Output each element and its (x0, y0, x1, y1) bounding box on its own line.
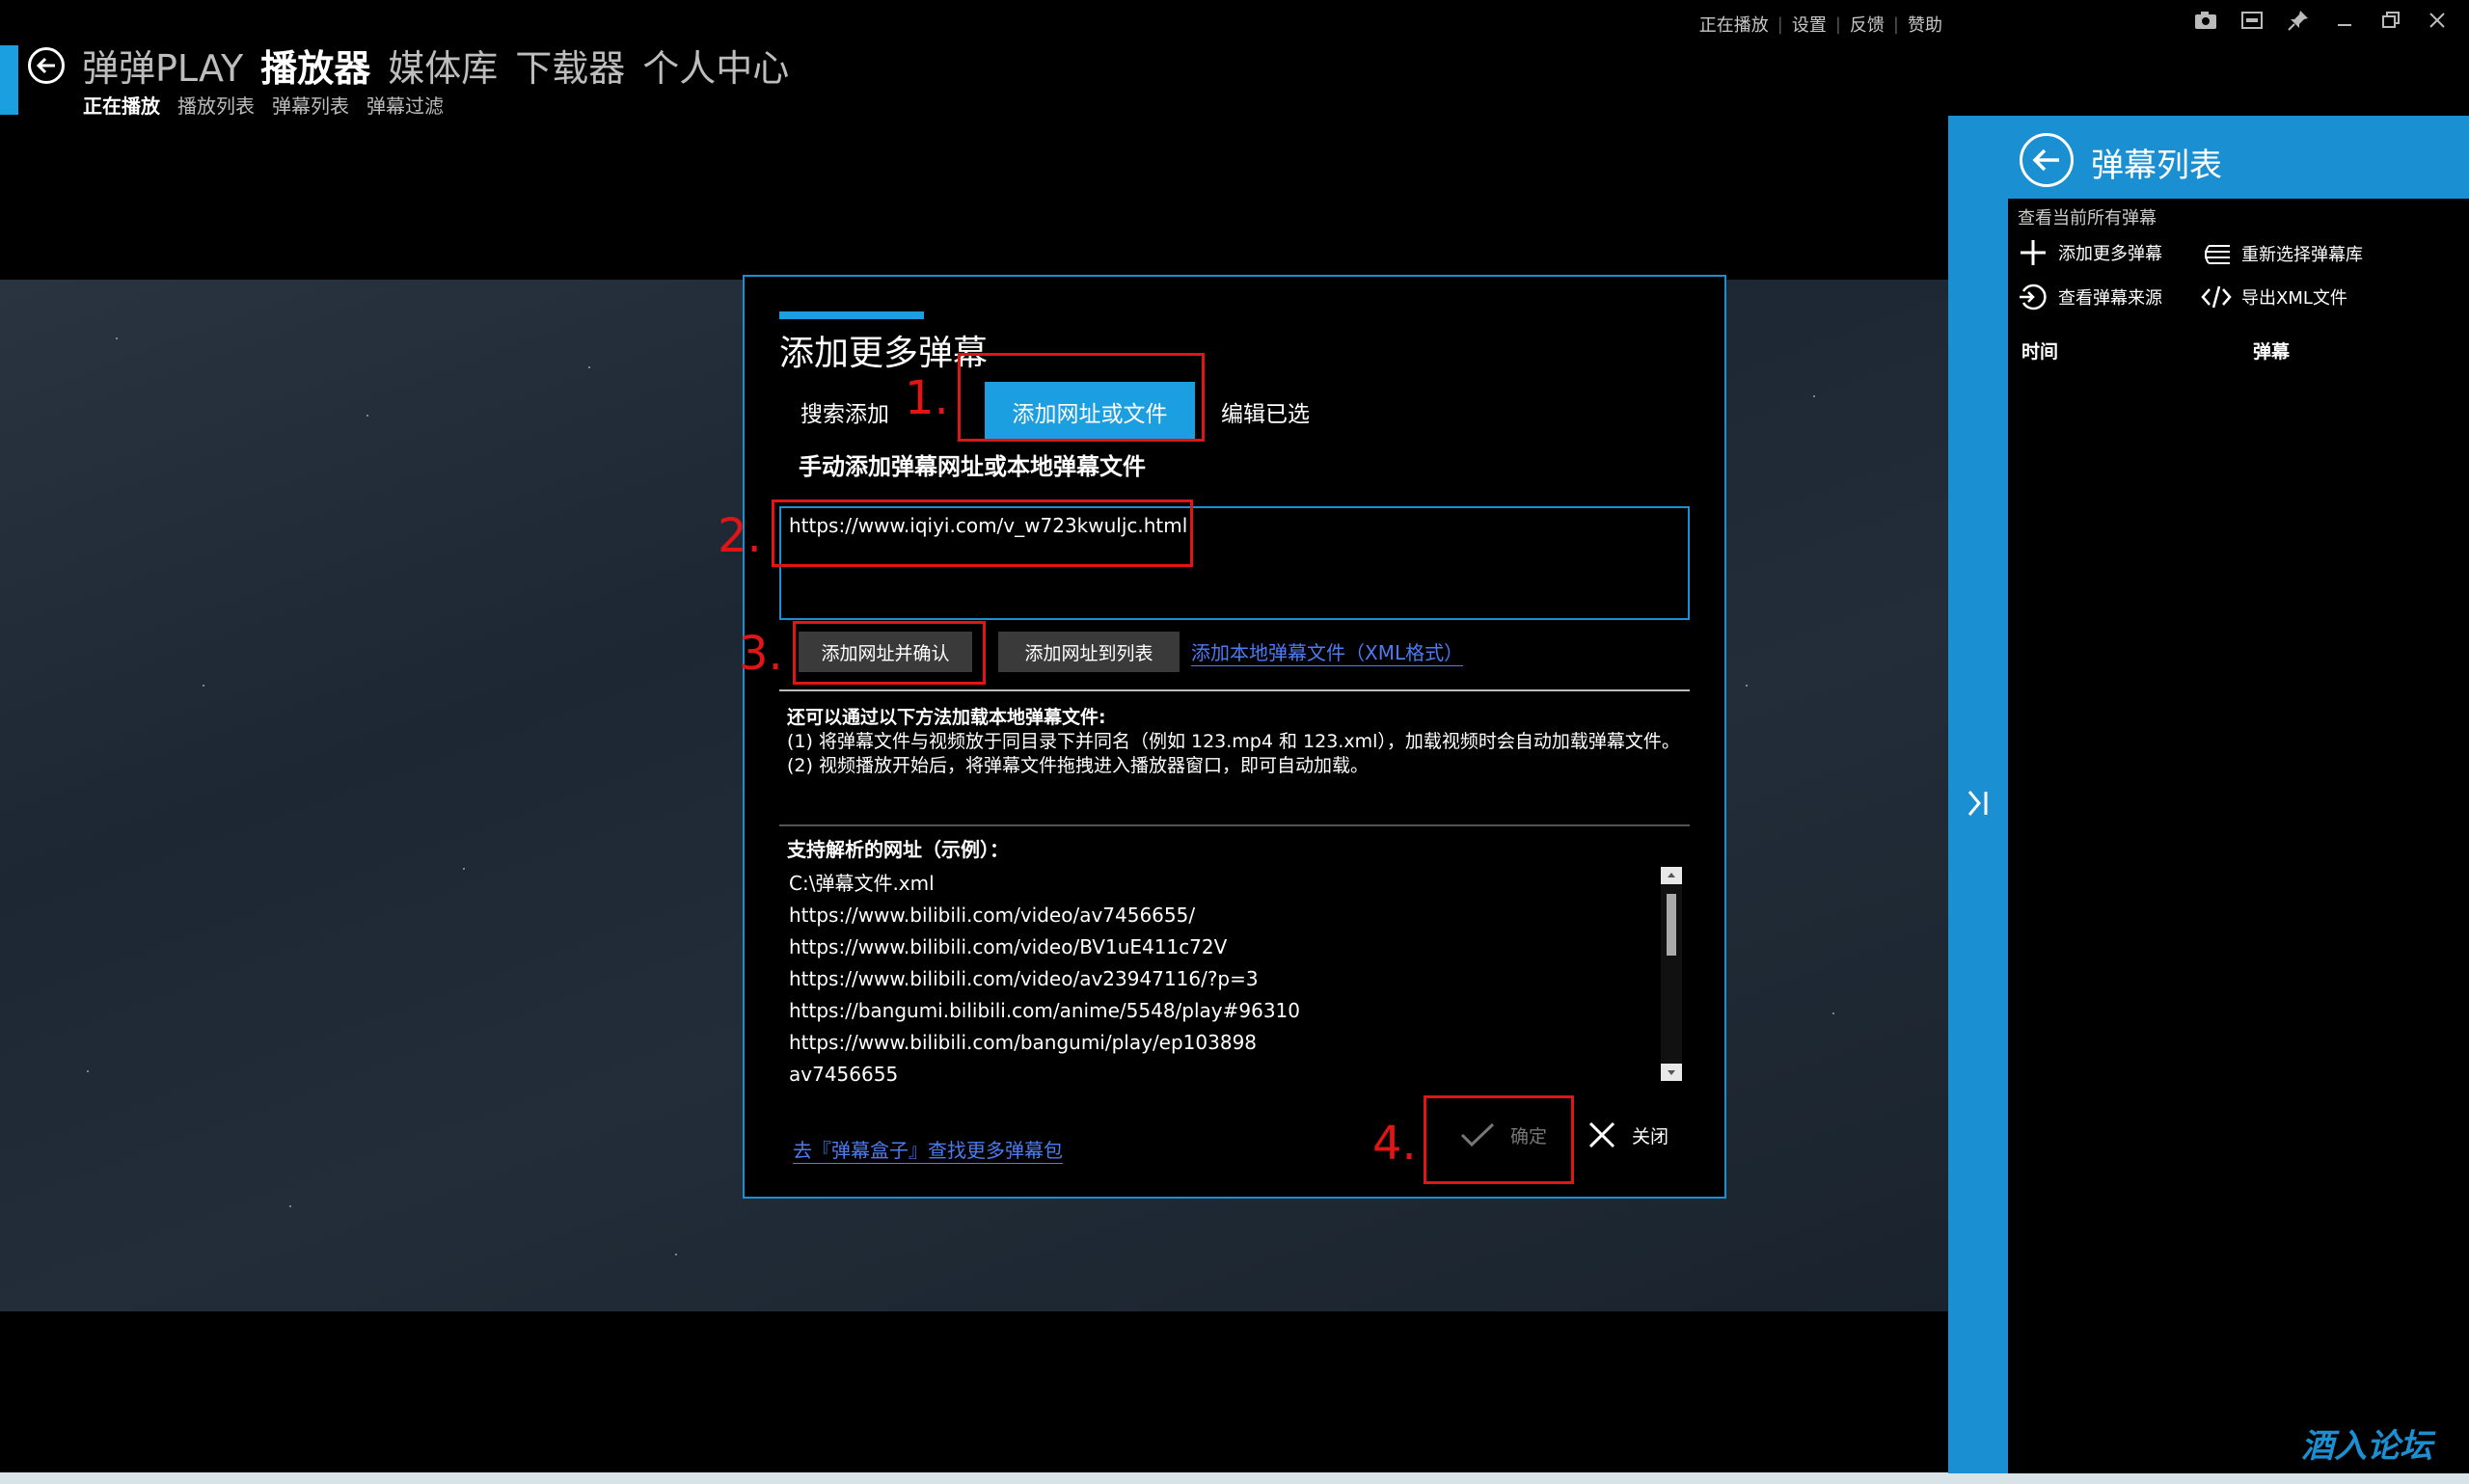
toplink-feedback[interactable]: 反馈 (1850, 12, 1885, 37)
separator: | (1892, 13, 1899, 35)
nav-downloader[interactable]: 下载器 (515, 39, 625, 92)
close-icon (1588, 1121, 1615, 1148)
example-list-scrollbar[interactable] (1661, 867, 1682, 1081)
annotation-number-4: 4. (1372, 1117, 1417, 1171)
list-item: https://www.bilibili.com/video/av2394711… (789, 967, 1259, 990)
action-label: 查看弹幕来源 (2058, 288, 2162, 309)
danmaku-box-link[interactable]: 去『弹幕盒子』查找更多弹幕包 (793, 1135, 1063, 1164)
panel-description: 查看当前所有弹幕 (2018, 208, 2157, 229)
view-danmaku-source-button[interactable]: 查看弹幕来源 (2018, 282, 2162, 312)
action-label: 导出XML文件 (2241, 288, 2347, 309)
bottom-strip (0, 1472, 2469, 1484)
arrow-left-icon (2032, 148, 2059, 172)
close-window-icon[interactable] (2425, 8, 2450, 33)
tab-edit-selected[interactable]: 编辑已选 (1221, 395, 1310, 428)
annotation-box-1 (958, 353, 1205, 442)
main-nav: 弹弹PLAY 播放器 媒体库 下载器 个人中心 (82, 39, 789, 92)
annotation-box-4 (1424, 1095, 1574, 1184)
arrow-left-icon (36, 57, 55, 74)
action-label: 重新选择弹幕库 (2241, 245, 2363, 265)
column-header-danmaku: 弹幕 (2253, 341, 2291, 363)
info-line: (1) 将弹幕文件与视频放于同目录下并同名（例如 123.mp4 和 123.x… (787, 731, 1680, 752)
plus-icon (2021, 240, 2046, 265)
scroll-up-icon[interactable] (1661, 867, 1682, 884)
export-xml-button[interactable]: 导出XML文件 (2201, 283, 2347, 310)
scroll-thumb[interactable] (1667, 894, 1676, 956)
panel-back-button[interactable] (2020, 133, 2074, 187)
sub-nav: 正在播放 播放列表 弹幕列表 弹幕过滤 (83, 91, 444, 119)
nav-media-library[interactable]: 媒体库 (388, 39, 498, 92)
toplink-settings[interactable]: 设置 (1792, 12, 1827, 37)
divider (779, 689, 1690, 691)
add-url-to-list-button[interactable]: 添加网址到列表 (998, 632, 1180, 672)
pin-icon[interactable] (2286, 8, 2311, 33)
subnav-playlist[interactable]: 播放列表 (177, 91, 255, 119)
minimize-icon[interactable] (2332, 8, 2357, 33)
restore-icon[interactable] (2378, 8, 2403, 33)
divider (779, 824, 1690, 826)
list-item: C:\弹幕文件.xml (789, 872, 935, 895)
danmaku-list-panel: 查看当前所有弹幕 添加更多弹幕 重新选择弹幕库 查看弹幕来源 导出XML文件 时… (2008, 199, 2469, 1473)
source-icon (2020, 283, 2047, 310)
annotation-box-2 (772, 499, 1193, 567)
subnav-danmaku-filter[interactable]: 弹幕过滤 (366, 91, 444, 119)
subnav-now-playing[interactable]: 正在播放 (83, 91, 160, 119)
code-icon (2201, 285, 2232, 309)
add-danmaku-dialog: 添加更多弹幕 搜索添加 添加网址或文件 编辑已选 手动添加弹幕网址或本地弹幕文件… (743, 275, 1726, 1199)
nav-app-title[interactable]: 弹弹PLAY (82, 39, 243, 92)
mini-window-icon[interactable] (2239, 8, 2265, 33)
example-url-list: C:\弹幕文件.xml https://www.bilibili.com/vid… (789, 868, 1300, 1091)
info-text: 还可以通过以下方法加载本地弹幕文件: (1) 将弹幕文件与视频放于同目录下并同名… (787, 706, 1694, 778)
section-title: 手动添加弹幕网址或本地弹幕文件 (799, 453, 1146, 480)
list-item: https://www.bilibili.com/bangumi/play/ep… (789, 1031, 1258, 1054)
back-button[interactable] (28, 47, 65, 84)
forum-watermark-logo: 酒入论坛 (2301, 1427, 2432, 1466)
window-controls (2193, 8, 2450, 33)
column-header-time: 时间 (2021, 341, 2059, 363)
list-item: https://www.bilibili.com/video/BV1uE411c… (789, 935, 1228, 958)
dialog-title: 添加更多弹幕 (779, 334, 989, 373)
annotation-number-3: 3. (739, 627, 783, 681)
reselect-danmaku-library-button[interactable]: 重新选择弹幕库 (2201, 241, 2363, 266)
panel-title: 弹幕列表 (2091, 147, 2222, 185)
close-button[interactable]: 关闭 (1587, 1120, 1669, 1149)
nav-user-center[interactable]: 个人中心 (642, 39, 789, 92)
toplink-sponsor[interactable]: 赞助 (1908, 12, 1942, 37)
dialog-accent-bar (779, 311, 924, 319)
separator: | (1834, 13, 1841, 35)
add-more-danmaku-button[interactable]: 添加更多弹幕 (2018, 237, 2162, 268)
list-item: https://www.bilibili.com/video/av7456655… (789, 904, 1196, 927)
annotation-number-1: 1. (905, 371, 949, 425)
subnav-danmaku-list[interactable]: 弹幕列表 (272, 91, 349, 119)
annotation-box-3 (793, 621, 986, 685)
top-links: 正在播放 | 设置 | 反馈 | 赞助 (1699, 12, 1942, 37)
panel-header: 弹幕列表 (2008, 116, 2469, 199)
tab-search-add[interactable]: 搜索添加 (800, 395, 889, 428)
list-item: av7456655 (789, 1063, 899, 1086)
camera-icon[interactable] (2193, 8, 2218, 33)
nav-player[interactable]: 播放器 (260, 39, 370, 92)
annotation-number-2: 2. (718, 509, 762, 563)
info-title: 还可以通过以下方法加载本地弹幕文件: (787, 707, 1106, 728)
list-item: https://bangumi.bilibili.com/anime/5548/… (789, 999, 1300, 1022)
add-local-xml-link[interactable]: 添加本地弹幕文件（XML格式） (1191, 637, 1464, 666)
close-label: 关闭 (1632, 1125, 1669, 1147)
action-label: 添加更多弹幕 (2058, 244, 2162, 264)
support-title: 支持解析的网址（示例）： (787, 838, 1009, 861)
list-icon (2205, 245, 2230, 264)
scroll-down-icon[interactable] (1661, 1064, 1682, 1081)
collapse-panel-icon[interactable] (1964, 787, 1993, 823)
accent-bar (0, 45, 18, 115)
info-line: (2) 视频播放开始后，将弹幕文件拖拽进入播放器窗口，即可自动加载。 (787, 755, 1369, 776)
toplink-now-playing[interactable]: 正在播放 (1699, 12, 1769, 37)
separator: | (1777, 13, 1783, 35)
